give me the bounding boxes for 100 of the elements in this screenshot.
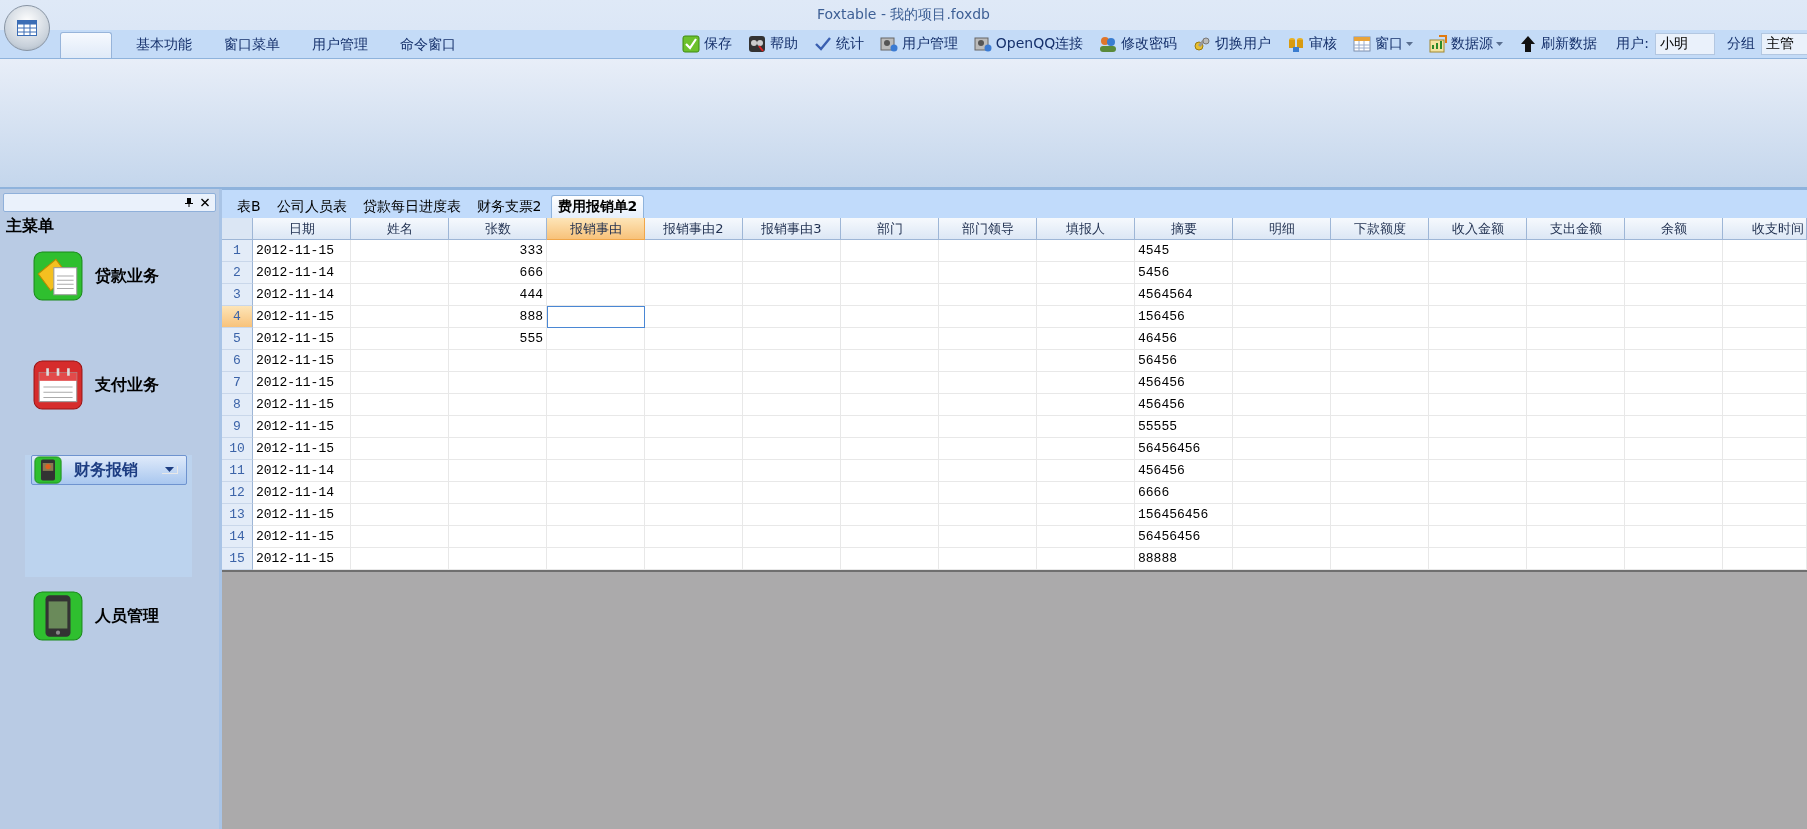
row-header[interactable]: 15 [222,548,253,570]
close-icon[interactable] [201,198,209,207]
column-header[interactable]: 姓名 [351,218,449,240]
table-cell: 4564564 [1135,284,1233,306]
column-header[interactable]: 明细 [1233,218,1331,240]
column-header[interactable]: 收支时间 [1723,218,1807,240]
toolbar-button[interactable]: 刷新数据 [1512,32,1605,56]
caret-icon [1406,42,1414,46]
ribbon-tab[interactable]: 基本功能 [120,31,208,58]
grid-icon [1353,35,1372,53]
toolbar-button[interactable]: 用户管理 [872,32,965,56]
ribbon-tab[interactable]: 命令窗口 [384,31,472,58]
row-header[interactable]: 14 [222,526,253,548]
group-label: 分组 [1726,35,1756,53]
table-cell: 456456 [1135,394,1233,416]
table-cell: 2012-11-14 [253,482,351,504]
toolbar-button[interactable]: 修改密码 [1092,32,1185,56]
table-cell: 2012-11-15 [253,504,351,526]
group-field[interactable]: 主管 [1761,33,1807,55]
table-cell: 2012-11-15 [253,438,351,460]
row-header[interactable]: 13 [222,504,253,526]
table-cell: 2012-11-15 [253,240,351,262]
table-tab[interactable]: 费用报销单2 [550,195,645,218]
toolbar-button[interactable]: OpenQQ连接 [966,32,1091,56]
table-cell: 666 [449,262,547,284]
row-header[interactable]: 4 [222,306,253,328]
column-header[interactable]: 填报人 [1037,218,1135,240]
column-header[interactable]: 部门领导 [939,218,1037,240]
column-header[interactable]: 报销事由3 [743,218,841,240]
table-cell: 56456 [1135,350,1233,372]
application-menu-button[interactable] [4,5,50,51]
row-header[interactable]: 9 [222,416,253,438]
table-cell: 6666 [1135,482,1233,504]
table-tab[interactable]: 表B [230,195,268,218]
table-tab[interactable]: 财务支票2 [469,195,549,218]
table-tab[interactable]: 贷款每日进度表 [355,195,468,218]
row-header[interactable]: 11 [222,460,253,482]
toolbar-button[interactable]: 审核 [1280,32,1345,56]
table-cell: 46456 [1135,328,1233,350]
phone-icon [33,591,83,641]
ribbon-tab[interactable]: 用户管理 [296,31,384,58]
menu-group-button[interactable]: 财务报销 [31,455,187,485]
column-header[interactable]: 报销事由 [547,218,645,240]
sidebar-search-field[interactable] [3,193,216,212]
envelope-icon [33,251,83,301]
row-header[interactable]: 10 [222,438,253,460]
table-cell: 456456 [1135,460,1233,482]
table-cell: 2012-11-15 [253,350,351,372]
user-field[interactable]: 小明 [1655,33,1715,55]
tick-icon [813,35,832,53]
window-title: Foxtable - 我的项目.foxdb [817,6,990,24]
table-cell: 2012-11-15 [253,526,351,548]
menu-item[interactable]: 支付业务 [33,360,219,410]
table-cell: 2012-11-14 [253,284,351,306]
table-cell: 2012-11-15 [253,328,351,350]
row-header[interactable]: 12 [222,482,253,504]
row-header[interactable]: 5 [222,328,253,350]
column-header[interactable]: 张数 [449,218,547,240]
row-header[interactable]: 8 [222,394,253,416]
up-icon [1519,35,1538,53]
menu-item[interactable]: 人员管理 [33,591,219,641]
column-header[interactable]: 报销事由2 [645,218,743,240]
table-cell: 56456456 [1135,438,1233,460]
toolbar-button[interactable]: 帮助 [740,32,805,56]
toolbar-button[interactable]: 切换用户 [1186,32,1279,56]
column-header[interactable]: 日期 [253,218,351,240]
toolbar-button[interactable]: 统计 [806,32,871,56]
table-cell: 2012-11-15 [253,394,351,416]
toolbar-button[interactable]: 窗口 [1346,32,1421,56]
table-cell: 444 [449,284,547,306]
table-cell: 55555 [1135,416,1233,438]
column-header[interactable]: 支出金额 [1527,218,1625,240]
caret-icon [1496,42,1504,46]
pin-icon[interactable] [185,198,193,207]
calendar-icon [33,360,83,410]
row-header[interactable]: 3 [222,284,253,306]
column-header[interactable]: 部门 [841,218,939,240]
row-header[interactable]: 1 [222,240,253,262]
column-header[interactable]: 收入金额 [1429,218,1527,240]
table-cell: 88888 [1135,548,1233,570]
row-header[interactable]: 6 [222,350,253,372]
toolbar-button[interactable]: 数据源 [1422,32,1511,56]
table-tab[interactable]: 公司人员表 [269,195,354,218]
caret-icon [162,466,178,474]
row-header[interactable]: 7 [222,372,253,394]
row-header[interactable]: 2 [222,262,253,284]
table-cell: 333 [449,240,547,262]
toolbar-button[interactable]: 保存 [674,32,739,56]
keys-icon [1193,35,1212,53]
column-header[interactable]: 余额 [1625,218,1723,240]
table-icon [17,20,37,36]
ribbon-tab[interactable]: 窗口菜单 [208,31,296,58]
table-cell: 4545 [1135,240,1233,262]
table-cell: 555 [449,328,547,350]
column-header[interactable]: 摘要 [1135,218,1233,240]
column-header[interactable]: 下款额度 [1331,218,1429,240]
table-cell: 56456456 [1135,526,1233,548]
table-cell: 2012-11-15 [253,416,351,438]
menu-item[interactable]: 贷款业务 [33,251,219,301]
table-cell: 2012-11-14 [253,460,351,482]
